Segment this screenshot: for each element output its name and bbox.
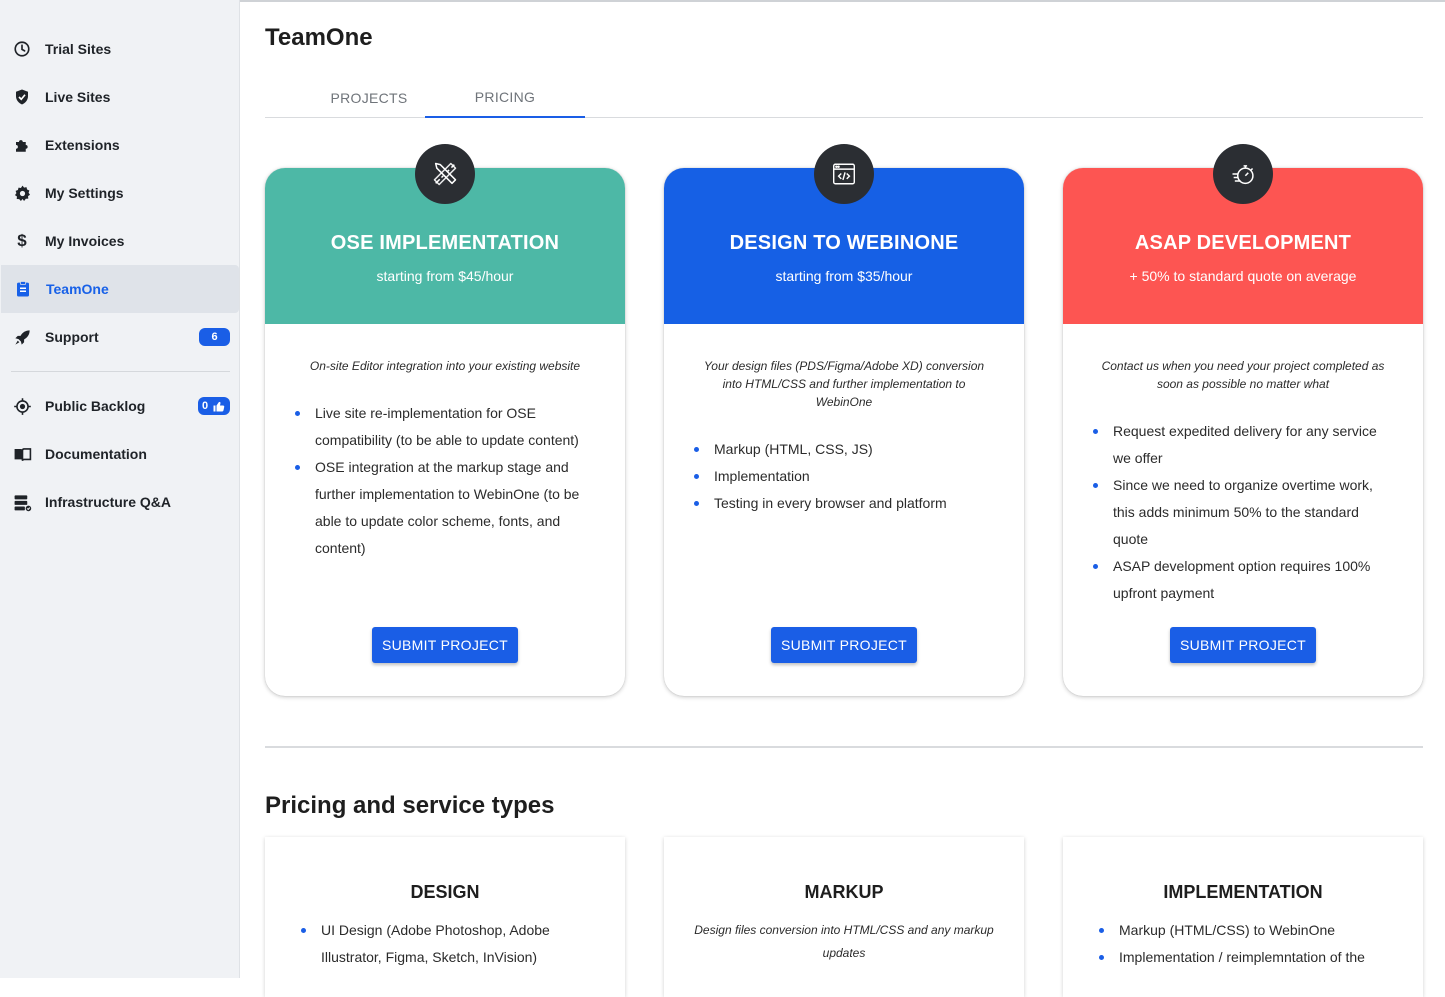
backlog-votes-badge: 0 xyxy=(198,397,230,415)
service-card-title: IMPLEMENTATION xyxy=(1163,882,1323,902)
list-item: Testing in every browser and platform xyxy=(694,490,994,517)
list-item: Since we need to organize overtime work,… xyxy=(1093,472,1393,553)
list-item: Markup (HTML/CSS) to WebinOne xyxy=(1099,917,1399,944)
sidebar-item-my-invoices[interactable]: $ My Invoices xyxy=(0,217,239,265)
stopwatch-icon xyxy=(1213,144,1273,204)
sidebar-item-infrastructure-qa[interactable]: Infrastructure Q&A xyxy=(0,478,239,526)
server-icon xyxy=(12,492,32,512)
card-description: Contact us when you need your project co… xyxy=(1101,359,1385,391)
sidebar-divider xyxy=(11,371,230,372)
card-description: On-site Editor integration into your exi… xyxy=(309,359,581,373)
service-card-description: Design files conversion into HTML/CSS an… xyxy=(694,923,994,960)
code-window-icon xyxy=(814,144,874,204)
pricing-card-asap: ASAP DEVELOPMENT + 50% to standard quote… xyxy=(1063,144,1423,696)
pricing-card-ose: OSE IMPLEMENTATION starting from $45/hou… xyxy=(265,144,625,696)
thumbs-up-icon xyxy=(213,401,225,412)
gear-icon xyxy=(12,183,32,203)
submit-project-button[interactable]: SUBMIT PROJECT xyxy=(771,627,917,663)
sidebar-item-support[interactable]: Support 6 xyxy=(0,313,239,361)
sidebar-item-public-backlog[interactable]: Public Backlog 0 xyxy=(0,382,239,430)
list-item: Request expedited delivery for any servi… xyxy=(1093,418,1393,472)
section-title: Pricing and service types xyxy=(265,792,555,819)
clipboard-icon xyxy=(13,279,33,299)
submit-project-button[interactable]: SUBMIT PROJECT xyxy=(1170,627,1316,663)
service-card-implementation: IMPLEMENTATION Markup (HTML/CSS) to Webi… xyxy=(1063,837,1423,997)
sidebar-item-label: Trial Sites xyxy=(45,41,112,57)
list-item: Live site re-implementation for OSE comp… xyxy=(295,400,595,454)
card-title: ASAP DEVELOPMENT xyxy=(1134,232,1352,254)
card-subtitle: starting from $45/hour xyxy=(376,268,514,284)
list-item: Implementation / reimplemntation of the xyxy=(1099,944,1399,971)
rocket-icon xyxy=(12,327,32,347)
card-title: OSE IMPLEMENTATION xyxy=(330,232,560,254)
list-item: OSE integration at the markup stage and … xyxy=(295,454,595,562)
card-feature-list: Live site re-implementation for OSE comp… xyxy=(295,400,595,562)
sidebar-item-live-sites[interactable]: Live Sites xyxy=(0,73,239,121)
page-title: TeamOne xyxy=(265,24,373,51)
list-item: Implementation xyxy=(694,463,994,490)
sidebar-item-label: My Settings xyxy=(45,185,124,201)
card-feature-list: Request expedited delivery for any servi… xyxy=(1093,418,1393,607)
target-icon xyxy=(12,396,32,416)
sidebar-item-trial-sites[interactable]: Trial Sites xyxy=(0,25,239,73)
sidebar-item-label: Infrastructure Q&A xyxy=(45,494,172,510)
service-feature-list: Markup (HTML/CSS) to WebinOne Implementa… xyxy=(1099,917,1399,971)
sidebar-item-my-settings[interactable]: My Settings xyxy=(0,169,239,217)
service-card-title: MARKUP xyxy=(804,882,884,902)
main-content: TeamOne PROJECTS PRICING OSE IMPLEMENTAT… xyxy=(241,0,1445,997)
shield-check-icon xyxy=(12,87,32,107)
card-subtitle: + 50% to standard quote on average xyxy=(1129,268,1357,284)
submit-project-button[interactable]: SUBMIT PROJECT xyxy=(372,627,518,663)
card-subtitle: starting from $35/hour xyxy=(775,268,913,284)
sidebar: Trial Sites Live Sites Extensions My Set… xyxy=(0,0,240,978)
puzzle-icon xyxy=(12,135,32,155)
sidebar-item-label: TeamOne xyxy=(46,281,109,297)
sidebar-item-teamone[interactable]: TeamOne xyxy=(1,265,239,313)
sidebar-item-documentation[interactable]: Documentation xyxy=(0,430,239,478)
card-title: DESIGN TO WEBINONE xyxy=(729,232,959,254)
backlog-count: 0 xyxy=(202,400,209,412)
tab-bar: PROJECTS PRICING xyxy=(265,78,1423,118)
tab-pricing[interactable]: PRICING xyxy=(425,78,585,118)
sidebar-item-label: Extensions xyxy=(45,137,120,153)
card-description: Your design files (PDS/Figma/Adobe XD) c… xyxy=(703,359,985,409)
dollar-icon: $ xyxy=(17,231,27,250)
book-icon xyxy=(12,444,32,464)
service-card-design: DESIGN UI Design (Adobe Photoshop, Adobe… xyxy=(265,837,625,997)
service-feature-list: UI Design (Adobe Photoshop, Adobe Illust… xyxy=(301,917,601,971)
service-card-markup: MARKUP Design files conversion into HTML… xyxy=(664,837,1024,997)
sidebar-item-label: Documentation xyxy=(45,446,147,462)
sidebar-item-label: Public Backlog xyxy=(45,398,146,414)
list-item: ASAP development option requires 100% up… xyxy=(1093,553,1393,607)
pricing-card-design: DESIGN TO WEBINONE starting from $35/hou… xyxy=(664,144,1024,696)
sidebar-item-label: My Invoices xyxy=(45,233,125,249)
sidebar-item-label: Live Sites xyxy=(45,89,111,105)
list-item: Markup (HTML, CSS, JS) xyxy=(694,436,994,463)
sidebar-item-label: Support xyxy=(45,329,99,345)
clock-icon xyxy=(12,39,32,59)
tools-icon xyxy=(415,144,475,204)
sidebar-item-extensions[interactable]: Extensions xyxy=(0,121,239,169)
support-count-badge: 6 xyxy=(199,328,230,346)
card-feature-list: Markup (HTML, CSS, JS) Implementation Te… xyxy=(694,436,994,517)
list-item: UI Design (Adobe Photoshop, Adobe Illust… xyxy=(301,917,601,971)
service-card-title: DESIGN xyxy=(410,882,480,902)
section-divider xyxy=(265,746,1423,748)
